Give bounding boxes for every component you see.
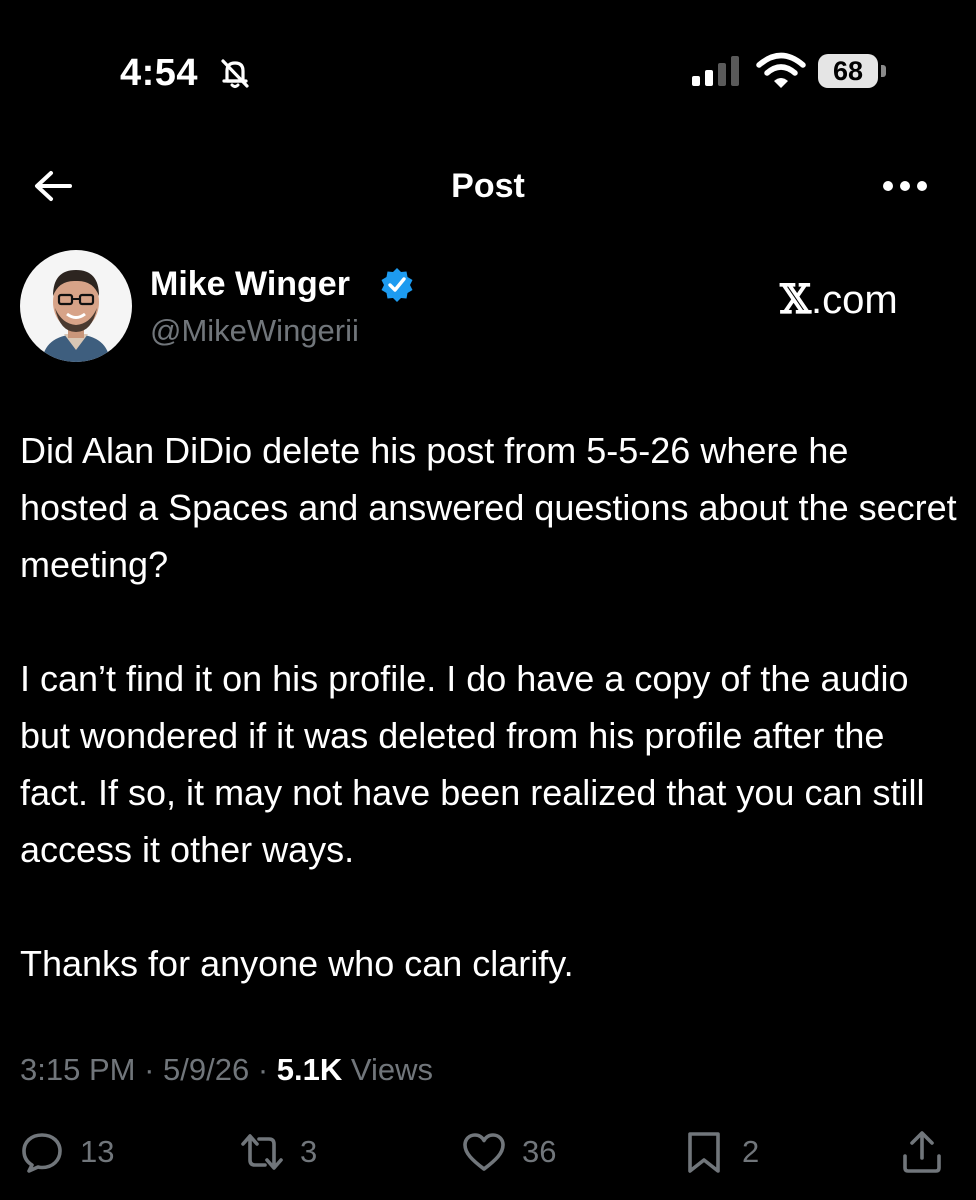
like-count: 36 — [522, 1134, 557, 1169]
bookmark-icon — [688, 1132, 720, 1173]
post-time: 3:15 PM — [20, 1052, 136, 1087]
post-text: Did Alan DiDio delete his post from 5-5-… — [20, 422, 960, 992]
post-paragraph: Did Alan DiDio delete his post from 5-5-… — [20, 430, 957, 585]
verified-badge-icon — [379, 266, 415, 302]
x-logo: 𝕏.com — [780, 276, 898, 323]
status-time: 4:54 — [120, 52, 199, 94]
reply-button[interactable]: 13 — [20, 1128, 114, 1176]
views-count[interactable]: 5.1K — [277, 1052, 342, 1087]
signal-icon — [690, 56, 744, 86]
like-button[interactable]: 36 — [462, 1128, 556, 1176]
post-meta: 3:15 PM · 5/9/26 · 5.1K Views — [20, 1052, 434, 1087]
battery-level: 68 — [832, 56, 864, 86]
battery-icon: 68 — [818, 54, 888, 90]
share-icon — [903, 1131, 941, 1173]
author-handle[interactable]: @MikeWingerii — [150, 313, 359, 349]
more-horizontal-icon[interactable] — [880, 176, 930, 196]
repost-button[interactable]: 3 — [240, 1128, 317, 1176]
post-date: 5/9/26 — [163, 1052, 250, 1087]
post-paragraph: Thanks for anyone who can clarify. — [20, 943, 574, 984]
avatar[interactable] — [20, 250, 132, 362]
bookmark-button[interactable]: 2 — [682, 1128, 759, 1176]
repost-count: 3 — [300, 1134, 318, 1169]
repost-icon — [241, 1134, 283, 1170]
reply-count: 13 — [80, 1134, 115, 1169]
bell-slash-icon — [218, 56, 252, 90]
post-paragraph: I can’t find it on his profile. I do hav… — [20, 658, 925, 870]
heart-icon — [463, 1133, 505, 1171]
reply-icon — [22, 1133, 62, 1173]
share-button[interactable] — [900, 1128, 960, 1176]
views-label: Views — [342, 1052, 434, 1087]
page-title: Post — [451, 167, 525, 205]
author-name[interactable]: Mike Winger — [150, 265, 350, 304]
bookmark-count: 2 — [742, 1134, 760, 1169]
wifi-icon — [756, 52, 806, 90]
